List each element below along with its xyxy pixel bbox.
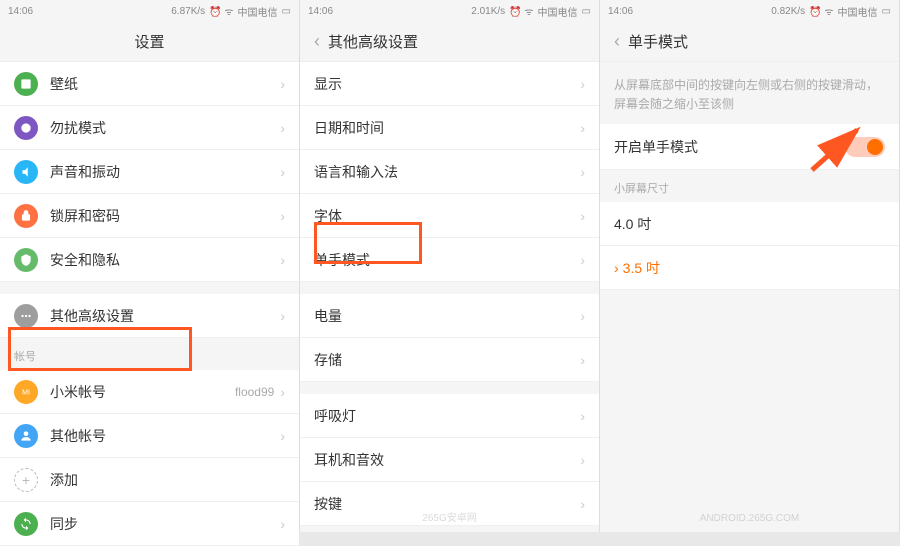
size-3-5[interactable]: ›3.5 吋	[600, 246, 899, 290]
item-language[interactable]: 语言和输入法›	[300, 150, 599, 194]
back-button[interactable]: ‹	[314, 31, 320, 52]
chevron-right-icon: ›	[280, 120, 285, 136]
item-onehand[interactable]: 单手模式›	[300, 238, 599, 282]
toggle-switch[interactable]	[845, 137, 885, 157]
svg-text:MI: MI	[22, 389, 30, 396]
status-bar: 14:06 2.01K/s ⏰ ᯤ 中国电信 ▭	[300, 0, 599, 22]
more-icon	[14, 304, 38, 328]
lock-icon	[14, 204, 38, 228]
watermark: 265G安卓网	[300, 509, 599, 524]
screen-settings: 14:06 6.87K/s ⏰ ᯤ 中国电信 ▭ 设置 壁纸 › 勿扰模式 › …	[0, 0, 300, 532]
chevron-right-icon: ›	[280, 76, 285, 92]
item-add[interactable]: + 添加	[0, 458, 299, 502]
chevron-right-icon: ›	[280, 308, 285, 324]
page-title: 单手模式	[628, 31, 688, 52]
chevron-right-icon: ›	[280, 428, 285, 444]
item-sync[interactable]: 同步 ›	[0, 502, 299, 546]
item-advanced[interactable]: 其他高级设置 ›	[0, 294, 299, 338]
toggle-onehand[interactable]: 开启单手模式	[600, 124, 899, 170]
plus-icon: +	[14, 468, 38, 492]
item-sound[interactable]: 声音和振动 ›	[0, 150, 299, 194]
watermark: ANDROID.265G.COM	[600, 513, 899, 524]
item-lock[interactable]: 锁屏和密码 ›	[0, 194, 299, 238]
item-storage[interactable]: 存储›	[300, 338, 599, 382]
screen-advanced: 14:06 2.01K/s ⏰ ᯤ 中国电信 ▭ ‹ 其他高级设置 显示› 日期…	[300, 0, 600, 532]
dnd-icon	[14, 116, 38, 140]
chevron-right-icon: ›	[280, 384, 285, 400]
status-bar: 14:06 6.87K/s ⏰ ᯤ 中国电信 ▭	[0, 0, 299, 22]
settings-list: 壁纸 › 勿扰模式 › 声音和振动 › 锁屏和密码 › 安全和隐私 ›	[0, 62, 299, 282]
sound-icon	[14, 160, 38, 184]
status-right: 6.87K/s ⏰ ᯤ 中国电信 ▭	[171, 4, 291, 19]
title-bar: ‹ 单手模式	[600, 22, 899, 62]
mi-icon: MI	[14, 380, 38, 404]
back-button[interactable]: ‹	[614, 31, 620, 52]
chevron-right-icon: ›	[280, 208, 285, 224]
user-icon	[14, 424, 38, 448]
item-led[interactable]: 呼吸灯›	[300, 394, 599, 438]
section-account: 帐号	[0, 338, 299, 370]
item-mi-account[interactable]: MI 小米帐号 flood99 ›	[0, 370, 299, 414]
description: 从屏幕底部中间的按键向左侧或右侧的按键滑动，屏幕会随之缩小至该侧	[600, 62, 899, 124]
item-datetime[interactable]: 日期和时间›	[300, 106, 599, 150]
item-wallpaper[interactable]: 壁纸 ›	[0, 62, 299, 106]
title-bar: 设置	[0, 22, 299, 62]
chevron-right-icon: ›	[280, 252, 285, 268]
item-display[interactable]: 显示›	[300, 62, 599, 106]
size-4-0[interactable]: 4.0 吋	[600, 202, 899, 246]
screen-onehand: 14:06 0.82K/s ⏰ ᯤ 中国电信 ▭ ‹ 单手模式 从屏幕底部中间的…	[600, 0, 900, 532]
item-security[interactable]: 安全和隐私 ›	[0, 238, 299, 282]
wallpaper-icon	[14, 72, 38, 96]
status-time: 14:06	[8, 6, 33, 17]
section-size: 小屏幕尺寸	[600, 170, 899, 202]
toggle-knob	[867, 139, 883, 155]
page-title: 设置	[34, 31, 265, 52]
shield-icon	[14, 248, 38, 272]
item-font[interactable]: 字体›	[300, 194, 599, 238]
item-dnd[interactable]: 勿扰模式 ›	[0, 106, 299, 150]
page-title: 其他高级设置	[328, 31, 418, 52]
chevron-right-icon: ›	[280, 164, 285, 180]
item-headphone[interactable]: 耳机和音效›	[300, 438, 599, 482]
status-bar: 14:06 0.82K/s ⏰ ᯤ 中国电信 ▭	[600, 0, 899, 22]
chevron-right-icon: ›	[280, 516, 285, 532]
item-other-account[interactable]: 其他帐号 ›	[0, 414, 299, 458]
item-battery[interactable]: 电量›	[300, 294, 599, 338]
title-bar: ‹ 其他高级设置	[300, 22, 599, 62]
